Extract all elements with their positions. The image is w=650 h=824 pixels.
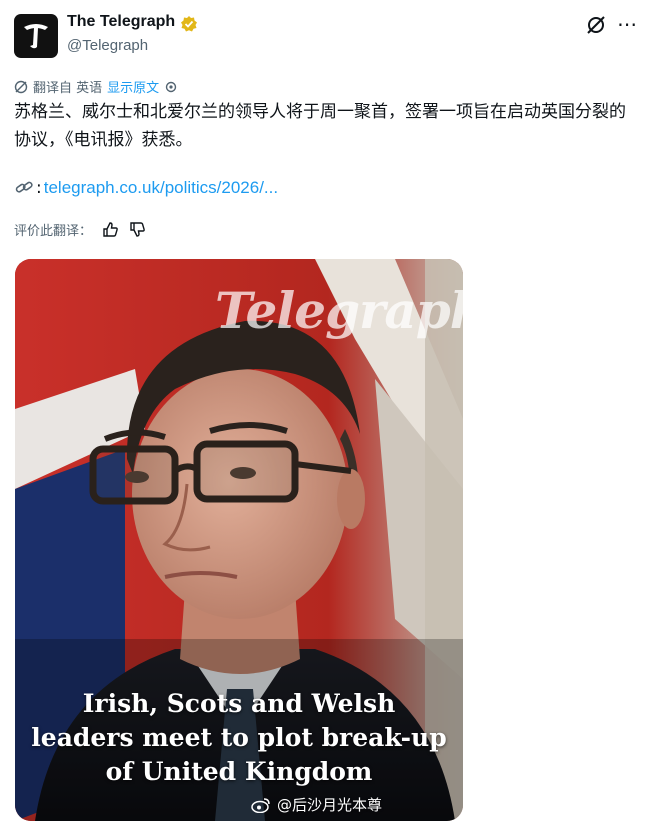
article-link[interactable]: telegraph.co.uk/politics/2026/... (44, 178, 278, 198)
settings-icon[interactable] (164, 80, 178, 94)
telegraph-watermark: Telegraph (215, 281, 463, 340)
weibo-icon (251, 797, 270, 813)
verified-badge-icon (180, 15, 198, 33)
link-icon (15, 181, 33, 193)
link-prefix: : (36, 178, 42, 198)
account-handle[interactable]: @Telegraph (67, 37, 148, 54)
show-original-link[interactable]: 显示原文 (107, 77, 159, 96)
translate-icon (14, 80, 28, 93)
image-headline: Irish, Scots and Welsh leaders meet to p… (15, 687, 463, 789)
rate-translation: 评价此翻译： (14, 220, 146, 239)
translation-label: 翻译自 英语 (33, 81, 103, 96)
account-name[interactable]: The Telegraph (67, 13, 175, 31)
headline-line: of United Kingdom (105, 757, 373, 786)
link-row: : telegraph.co.uk/politics/2026/... (14, 178, 278, 198)
post-text: 苏格兰、威尔士和北爱尔兰的领导人将于周一聚首，签署一项旨在启动英国分裂的协议，《… (14, 102, 626, 150)
post-image[interactable]: Telegraph Irish, Scots and Welsh leaders… (15, 259, 463, 821)
headline-line: Irish, Scots and Welsh (82, 689, 396, 718)
telegraph-logo-icon (19, 19, 53, 53)
translation-bar: 翻译自 英语 显示原文 (14, 77, 178, 96)
headline-line: leaders meet to plot break-up (31, 723, 447, 752)
weibo-source: @后沙月光本尊 (277, 796, 383, 814)
grok-icon[interactable] (585, 14, 607, 36)
account-avatar[interactable] (14, 14, 58, 58)
more-icon[interactable]: ⋯ (612, 10, 642, 40)
rate-label: 评价此翻译： (14, 224, 93, 239)
weibo-watermark: @后沙月光本尊 (251, 794, 382, 815)
thumbs-up-icon[interactable] (102, 221, 119, 238)
thumbs-down-icon[interactable] (129, 221, 146, 238)
